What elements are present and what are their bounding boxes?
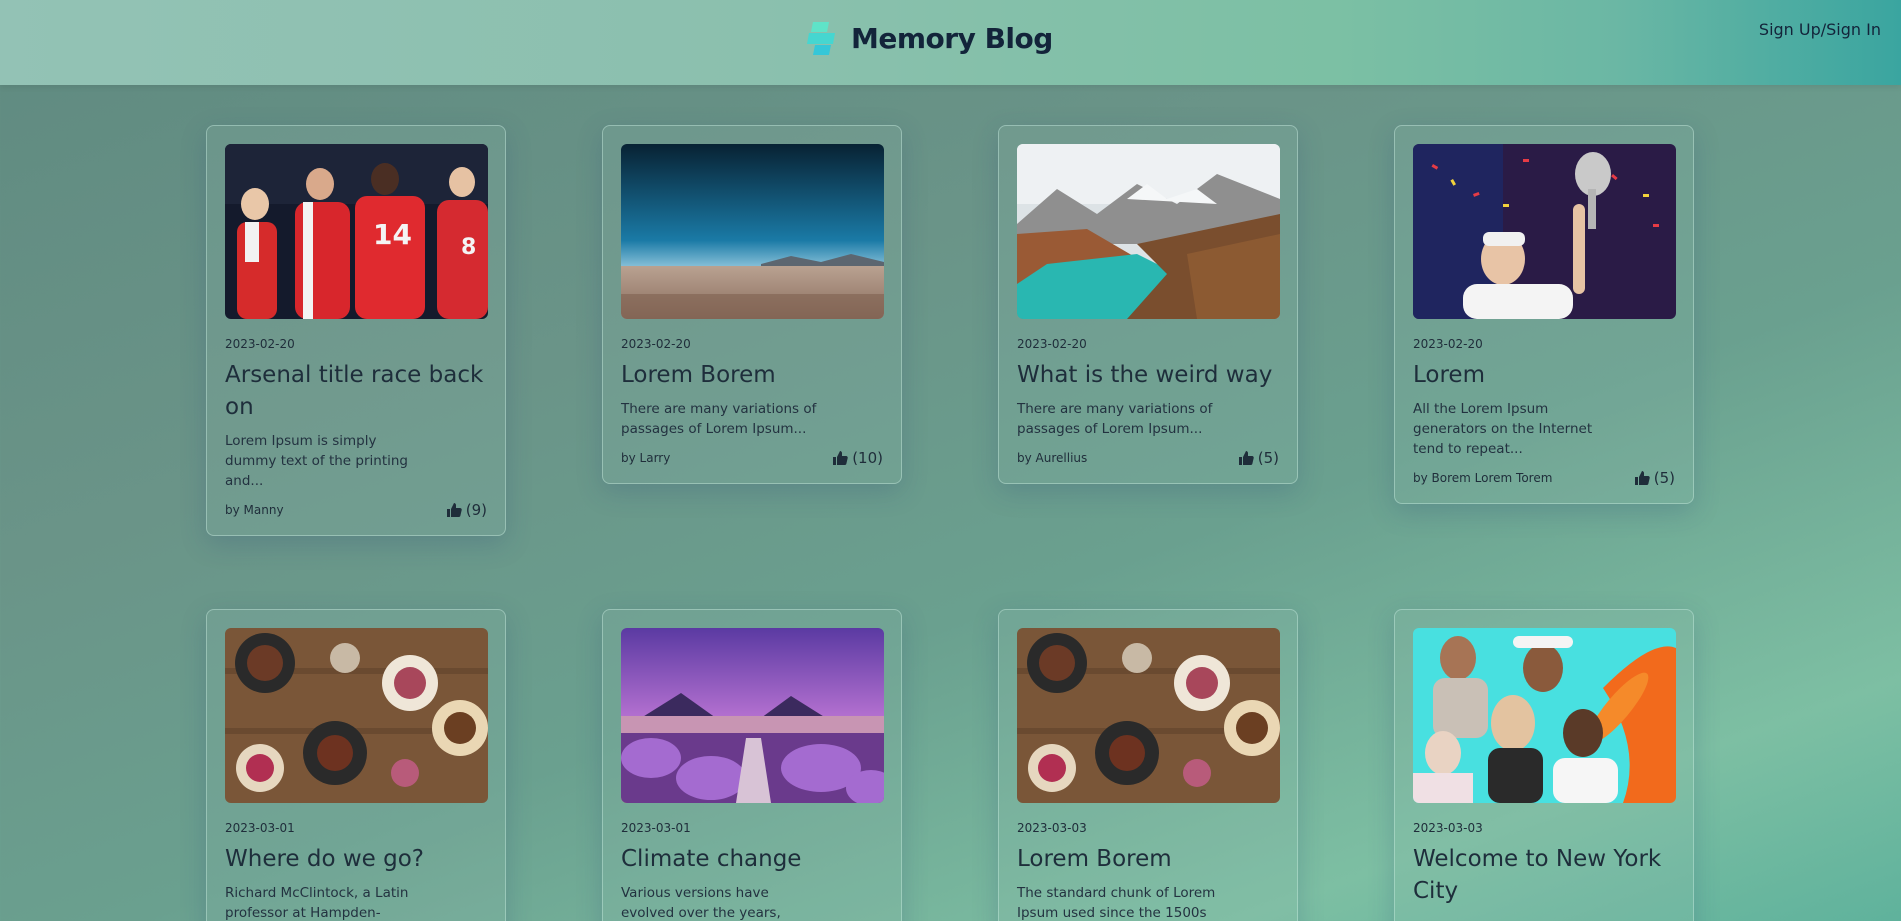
svg-text:8: 8 (461, 235, 476, 260)
post-title[interactable]: Lorem (1413, 359, 1675, 391)
post-card[interactable]: 2023-03-03 Lorem Borem The standard chun… (998, 609, 1298, 921)
post-image-food-table (1017, 628, 1280, 803)
post-excerpt: All the Lorem Ipsum generators on the In… (1413, 401, 1593, 457)
brand[interactable]: Memory Blog (805, 18, 1053, 58)
like-button[interactable]: (9) (446, 501, 487, 519)
thumbs-up-icon (446, 503, 462, 517)
post-title[interactable]: Lorem Borem (621, 359, 883, 391)
post-date: 2023-03-01 (225, 821, 295, 835)
post-date: 2023-02-20 (225, 337, 295, 351)
post-excerpt: The standard chunk of Lorem Ipsum used s… (1017, 885, 1216, 921)
like-button[interactable]: (5) (1238, 449, 1279, 467)
like-button[interactable]: (5) (1634, 469, 1675, 487)
post-author: by Manny (225, 503, 284, 517)
post-date: 2023-02-20 (621, 337, 691, 351)
post-card[interactable]: 14 8 2023-02-20 Arsenal title race back … (206, 125, 506, 536)
post-title[interactable]: Arsenal title race back on (225, 359, 487, 423)
post-image-desert-landscape (621, 144, 884, 319)
memory-blog-logo-icon (805, 18, 845, 58)
post-image-trophy-celebration (1413, 144, 1676, 319)
post-image-food-table (225, 628, 488, 803)
post-image-lavender-sunset (621, 628, 884, 803)
like-count: (5) (1257, 449, 1279, 467)
post-excerpt: There are many variations of passages of… (1017, 401, 1213, 437)
post-card[interactable]: 2023-03-01 Climate change Various versio… (602, 609, 902, 921)
brand-title: Memory Blog (851, 21, 1053, 55)
post-title[interactable]: Where do we go? (225, 843, 487, 875)
like-count: (10) (852, 449, 883, 467)
post-date: 2023-03-01 (621, 821, 691, 835)
post-title[interactable]: Climate change (621, 843, 883, 875)
post-author: by Aurellius (1017, 451, 1088, 465)
post-title[interactable]: Welcome to New York City (1413, 843, 1675, 907)
post-excerpt: There are many variations of passages of… (621, 401, 817, 437)
post-excerpt: Richard McClintock, a Latin professor at… (225, 885, 409, 921)
post-card[interactable]: 2023-02-20 Lorem Borem There are many va… (602, 125, 902, 484)
thumbs-up-icon (1634, 471, 1650, 485)
thumbs-up-icon (1238, 451, 1254, 465)
like-count: (9) (465, 501, 487, 519)
post-card[interactable]: 2023-03-03 Welcome to New York City (1394, 609, 1694, 921)
post-card[interactable]: 2023-02-20 What is the weird way There a… (998, 125, 1298, 484)
post-date: 2023-02-20 (1413, 337, 1483, 351)
post-author: by Larry (621, 451, 671, 465)
post-image-football-celebration: 14 8 (225, 144, 488, 319)
post-title[interactable]: What is the weird way (1017, 359, 1279, 391)
post-author: by Borem Lorem Torem (1413, 471, 1553, 485)
post-date: 2023-02-20 (1017, 337, 1087, 351)
thumbs-up-icon (833, 451, 848, 465)
post-image-mountain-lake (1017, 144, 1280, 319)
sign-up-sign-in-link[interactable]: Sign Up/Sign In (1759, 20, 1881, 39)
post-title[interactable]: Lorem Borem (1017, 843, 1279, 875)
post-date: 2023-03-03 (1017, 821, 1087, 835)
like-button[interactable]: (10) (832, 449, 883, 467)
post-image-music-artists (1413, 628, 1676, 803)
post-date: 2023-03-03 (1413, 821, 1483, 835)
top-header: Memory Blog Sign Up/Sign In (0, 0, 1901, 85)
post-card[interactable]: 2023-02-20 Lorem All the Lorem Ipsum gen… (1394, 125, 1694, 504)
post-card[interactable]: 2023-03-01 Where do we go? Richard McCli… (206, 609, 506, 921)
svg-text:14: 14 (373, 218, 412, 251)
post-excerpt: Various versions have evolved over the y… (621, 885, 781, 921)
like-count: (5) (1653, 469, 1675, 487)
post-excerpt: Lorem Ipsum is simply dummy text of the … (225, 433, 408, 489)
